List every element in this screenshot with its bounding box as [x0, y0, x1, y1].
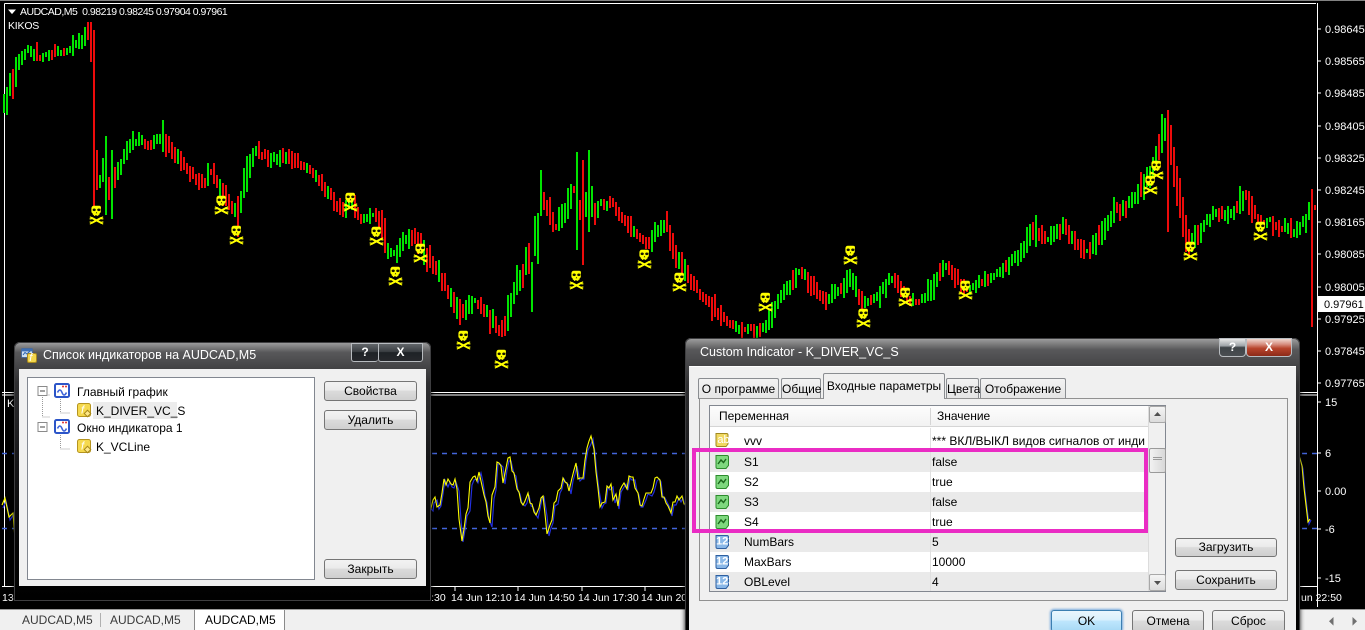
- svg-text:0.98325: 0.98325: [1325, 153, 1365, 165]
- svg-text:0.97765: 0.97765: [1325, 378, 1365, 390]
- svg-text:0.98405: 0.98405: [1325, 121, 1365, 133]
- svg-text:0.97845: 0.97845: [1325, 346, 1365, 358]
- svg-text:6: 6: [1325, 448, 1331, 460]
- svg-text:0.98245: 0.98245: [1325, 185, 1365, 197]
- svg-text:123: 123: [716, 536, 730, 548]
- svg-text:ab: ab: [717, 434, 729, 446]
- svg-text:-6: -6: [1325, 524, 1335, 536]
- svg-text:0.97925: 0.97925: [1325, 314, 1365, 326]
- svg-text:0.98005: 0.98005: [1325, 282, 1365, 294]
- svg-text:0.00: 0.00: [1325, 486, 1346, 498]
- svg-text:14 Jun 12:10: 14 Jun 12:10: [451, 592, 512, 604]
- svg-text:14 Jun 14:50: 14 Jun 14:50: [514, 592, 575, 604]
- svg-text:AUDCAD,M5 0.98219 0.98245 0.9: AUDCAD,M5 0.98219 0.98245 0.97904 0.9796…: [20, 6, 228, 18]
- svg-text:123: 123: [716, 556, 730, 568]
- svg-text:0.98165: 0.98165: [1325, 217, 1365, 229]
- svg-text:-15: -15: [1325, 573, 1341, 585]
- svg-text:0.97961: 0.97961: [1324, 299, 1364, 311]
- svg-text:KIKOS: KIKOS: [8, 20, 39, 32]
- svg-text:15: 15: [1325, 397, 1337, 409]
- svg-text:0.98645: 0.98645: [1325, 24, 1365, 36]
- svg-text:0.98565: 0.98565: [1325, 56, 1365, 68]
- svg-text:0.98485: 0.98485: [1325, 88, 1365, 100]
- svg-text:un 22:50: un 22:50: [1301, 592, 1342, 604]
- svg-text:14 Jun 17:30: 14 Jun 17:30: [578, 592, 639, 604]
- svg-text:123: 123: [716, 576, 730, 588]
- svg-text:0.98085: 0.98085: [1325, 249, 1365, 261]
